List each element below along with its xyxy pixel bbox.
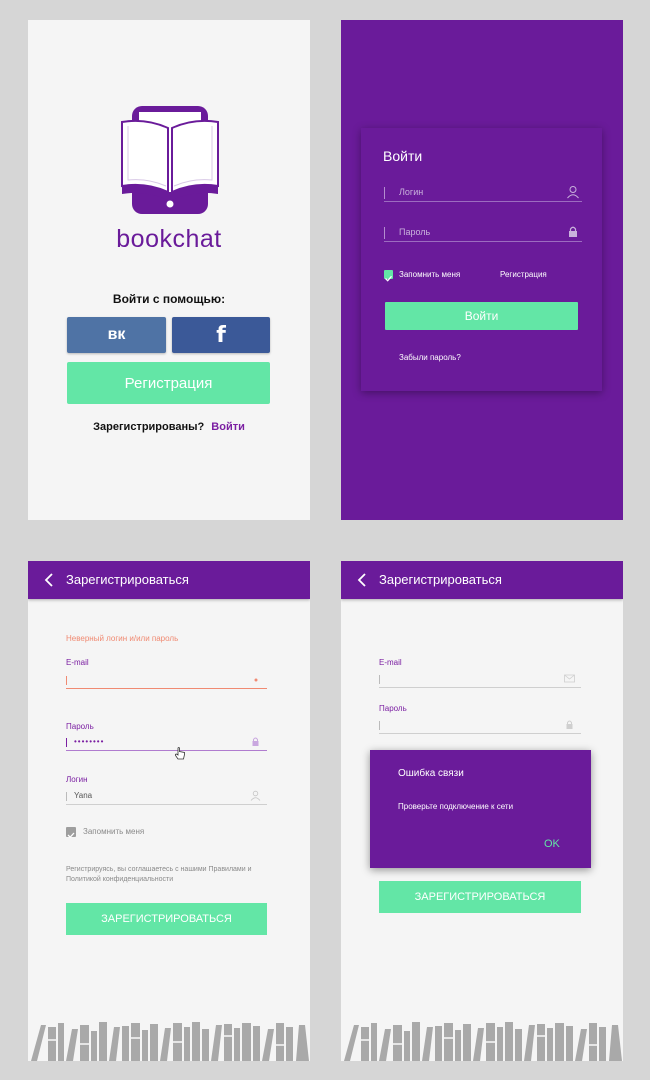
cursor (384, 187, 385, 199)
email-field[interactable] (66, 674, 267, 689)
login-placeholder: Логин (399, 187, 424, 197)
mail-icon (564, 674, 575, 683)
login-field[interactable]: Логин (384, 185, 582, 202)
bookshelf-illustration (31, 1022, 309, 1061)
remember-me-label: Запомнить меня (399, 270, 461, 279)
facebook-icon: f (216, 322, 226, 348)
register-screen-error: Зарегистрироваться Неверный логин и/или … (28, 561, 310, 1061)
remember-me-checkbox[interactable] (66, 827, 76, 839)
register-submit-button[interactable]: ЗАРЕГИСТРИРОВАТЬСЯ (66, 903, 267, 935)
remember-me-checkbox[interactable] (384, 270, 393, 282)
registered-question: Зарегистрированы? (93, 421, 205, 433)
login-card: Войти Логин Пароль Запомнить меня Регист… (361, 128, 602, 391)
page-title: Зарегистрироваться (379, 572, 502, 587)
login-with-label: Войти с помощью: (112, 292, 226, 306)
cursor (66, 676, 67, 685)
terms-text: Регистрируясь, вы соглашаетесь с нашими … (66, 866, 252, 883)
password-value: •••••••• (74, 737, 105, 746)
facebook-login-button[interactable]: f (172, 317, 270, 353)
hand-cursor-icon (174, 747, 185, 760)
cursor (66, 792, 67, 801)
dialog-message: Проверьте подключение к сети (398, 802, 514, 811)
page-title: Зарегистрироваться (66, 572, 189, 587)
password-placeholder: Пароль (399, 227, 431, 237)
app-name: bookchat (116, 225, 222, 253)
registered-prompt: Зарегистрированы? Войти (28, 421, 310, 433)
app-bar: Зарегистрироваться (341, 561, 623, 599)
password-field[interactable] (379, 719, 581, 734)
error-dot-icon (254, 678, 258, 682)
bookshelf-illustration (344, 1022, 622, 1061)
cursor (379, 675, 380, 684)
register-link[interactable]: Регистрация (500, 270, 547, 279)
welcome-screen: bookchat Войти с помощью: вк f Регистрац… (28, 20, 310, 520)
password-field[interactable]: Пароль (384, 225, 582, 242)
back-arrow-icon[interactable] (42, 572, 58, 588)
lock-icon (252, 737, 259, 746)
network-error-dialog: Ошибка связи Проверьте подключение к сет… (370, 750, 591, 868)
email-label: E-mail (379, 658, 402, 667)
vk-icon: вк (107, 326, 126, 343)
password-field[interactable]: •••••••• (66, 736, 267, 751)
login-title: Войти (383, 148, 423, 164)
password-label: Пароль (66, 722, 94, 731)
cursor (379, 721, 380, 730)
login-link[interactable]: Войти (211, 421, 245, 433)
check-icon (385, 275, 392, 282)
register-screen-network-error: Зарегистрироваться E-mail Пароль Ошибка … (341, 561, 623, 1061)
error-message: Неверный логин и/или пароль (66, 634, 179, 643)
lock-icon (566, 720, 573, 729)
login-label: Логин (66, 775, 88, 784)
cursor (384, 227, 385, 239)
register-button[interactable]: Регистрация (67, 362, 270, 404)
user-icon (567, 186, 579, 199)
email-field[interactable] (379, 673, 581, 688)
vk-login-button[interactable]: вк (67, 317, 166, 353)
login-field[interactable]: Yana (66, 790, 267, 805)
login-value: Yana (74, 791, 93, 800)
check-icon (67, 832, 75, 839)
lock-icon (569, 226, 577, 237)
register-submit-button[interactable]: ЗАРЕГИСТРИРОВАТЬСЯ (379, 881, 581, 913)
password-label: Пароль (379, 704, 407, 713)
bookchat-logo-icon (121, 106, 219, 214)
remember-me-label: Запомнить меня (83, 827, 145, 836)
cursor (66, 738, 67, 747)
email-label: E-mail (66, 658, 89, 667)
login-button[interactable]: Войти (385, 302, 578, 330)
app-bar: Зарегистрироваться (28, 561, 310, 599)
dialog-title: Ошибка связи (398, 768, 464, 779)
login-screen: Войти Логин Пароль Запомнить меня Регист… (341, 20, 623, 520)
forgot-password-link[interactable]: Забыли пароль? (399, 353, 461, 362)
dialog-ok-button[interactable]: OK (544, 838, 560, 850)
back-arrow-icon[interactable] (355, 572, 371, 588)
user-icon (250, 790, 261, 801)
